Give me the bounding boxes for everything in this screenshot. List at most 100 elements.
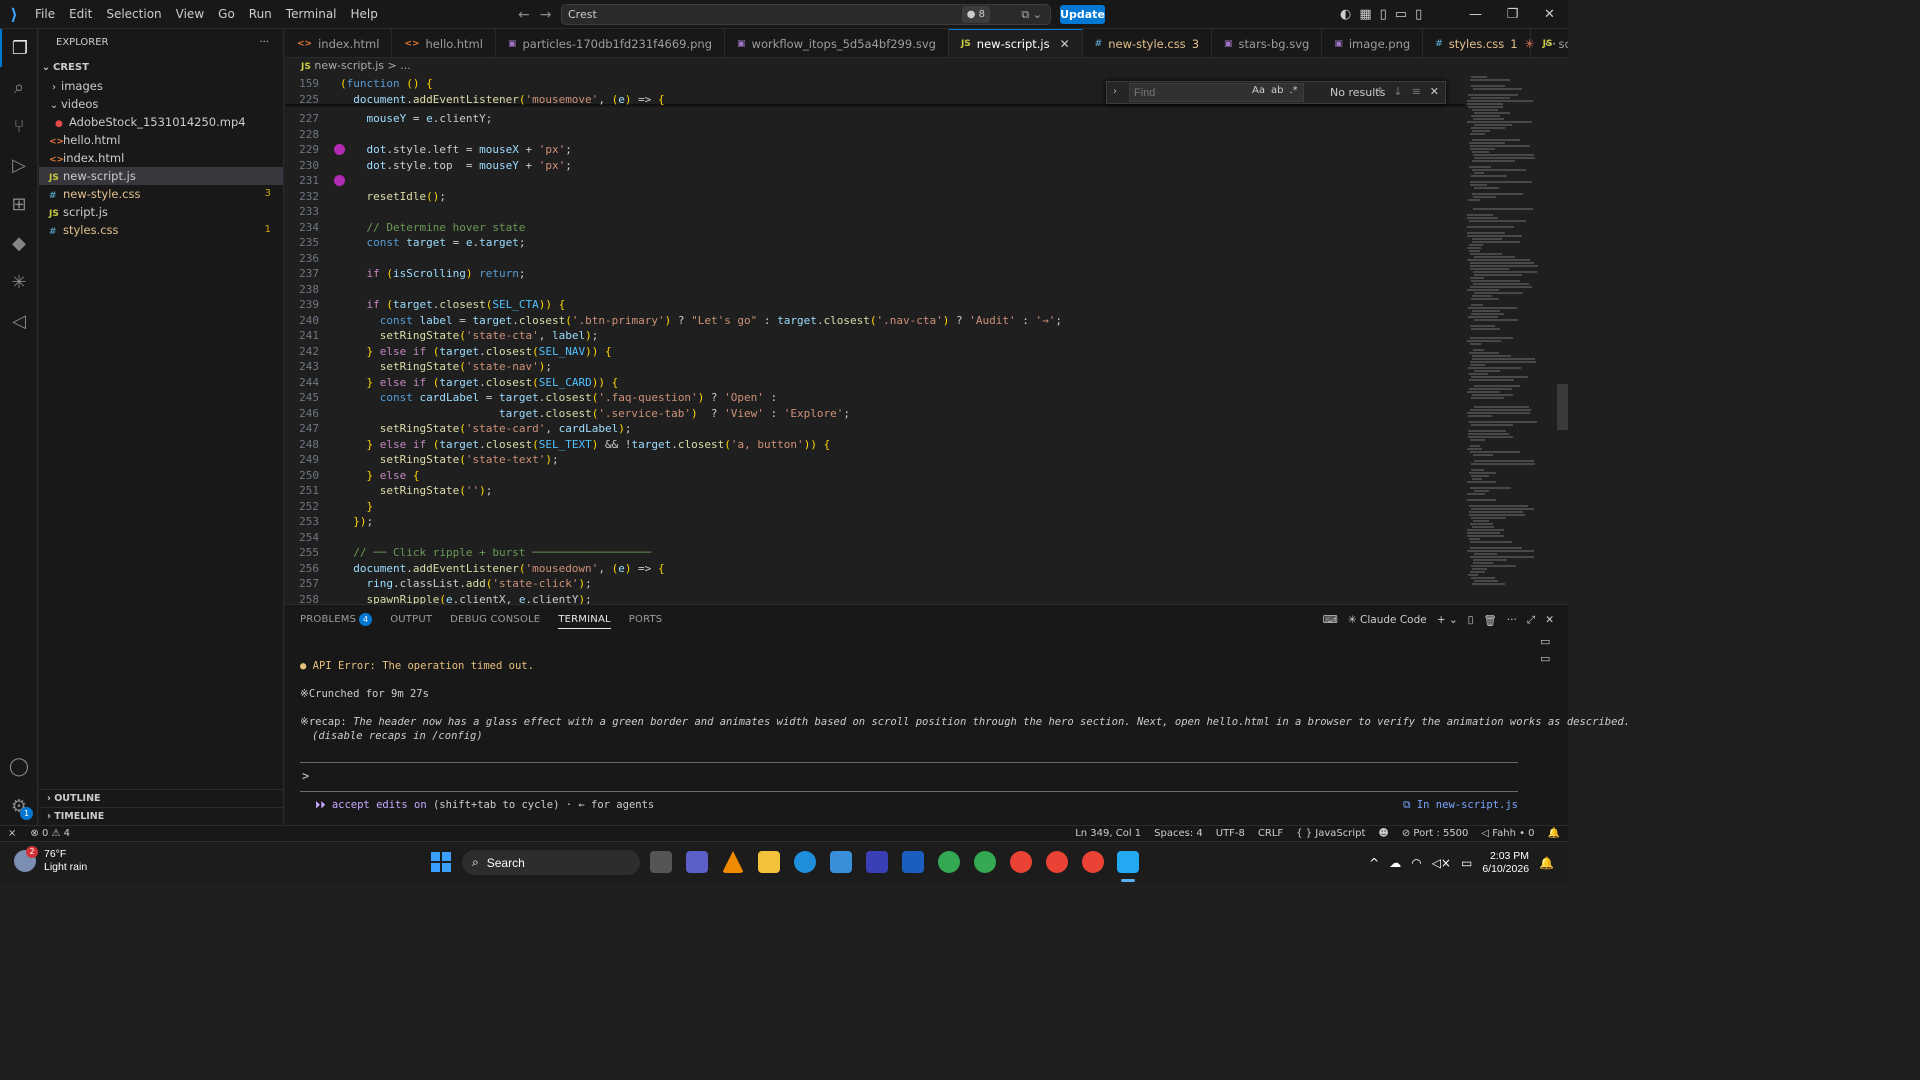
close-find-icon[interactable]: ✕ [1430,85,1439,98]
code-line[interactable]: 235 const target = e.target; [285,235,1465,251]
menu-selection[interactable]: Selection [99,0,168,29]
language-mode[interactable]: { } JavaScript [1296,826,1365,842]
breakpoint-icon[interactable] [334,175,345,186]
code-line[interactable]: 238 [285,282,1465,298]
problems-status[interactable]: ⊗ 0 ⚠ 4 [30,826,70,842]
menu-view[interactable]: View [169,0,211,29]
source-control-icon[interactable]: ⑂ [0,107,38,145]
encoding[interactable]: UTF-8 [1216,826,1245,842]
windows-start-icon[interactable] [431,852,451,872]
tree-item-hello-html[interactable]: <>hello.html [39,131,283,149]
line-number[interactable]: 159 [285,76,319,92]
code-line[interactable]: 231 [285,173,1465,189]
line-number[interactable]: 232 [285,189,319,205]
notification-icon[interactable]: 🔔 [1539,856,1554,870]
line-number[interactable]: 231 [285,173,319,189]
more-actions-icon[interactable]: ··· [259,29,269,57]
code-line[interactable]: 256 document.addEventListener('mousedown… [285,561,1465,577]
code-line[interactable]: 258 spawnRipple(e.clientX, e.clientY); [285,592,1465,605]
back-arrow-icon[interactable]: ← [518,7,530,23]
code-line[interactable]: 254 [285,530,1465,546]
code-editor[interactable]: 159 (function () {225 document.addEventLi… [285,74,1465,604]
audio-icon[interactable]: ◁ [0,302,38,340]
code-line[interactable]: 250 } else { [285,468,1465,484]
account-icon[interactable]: ◯ [0,747,38,785]
shield-icon[interactable] [866,851,888,873]
line-number[interactable]: 229 [285,142,319,158]
tree-item-new-script-js[interactable]: JS new-script.js [39,167,283,185]
python-icon[interactable]: ◆ [0,224,38,262]
previous-match-icon[interactable]: ↑ [1375,85,1384,98]
toggle-secondary-sidebar-icon[interactable]: ▯ [1415,7,1422,22]
code-line[interactable]: 255 // ── Click ripple + burst ─────────… [285,545,1465,561]
run-debug-icon[interactable]: ▷ [0,146,38,184]
tab-ports[interactable]: PORTS [629,611,663,629]
minimap-slider[interactable] [1557,384,1568,430]
customize-layout-icon[interactable]: ▦ [1359,7,1371,22]
line-number[interactable]: 241 [285,328,319,344]
more-actions-icon[interactable]: ··· [1545,37,1556,51]
line-number[interactable]: 242 [285,344,319,360]
fahh-status[interactable]: ◁ Fahh • 0 [1481,826,1534,842]
split-terminal-icon[interactable]: ▯ [1468,614,1474,626]
remote-icon[interactable]: ⨯ [8,826,16,842]
chevron-right-icon[interactable]: › [1113,86,1117,97]
breakpoint-icon[interactable] [334,144,345,155]
file-explorer-icon[interactable] [758,851,780,873]
line-number[interactable]: 235 [285,235,319,251]
chrome-icon[interactable] [938,851,960,873]
toggle-panel-icon[interactable]: ▭ [1395,7,1407,22]
line-number[interactable]: 227 [285,111,319,127]
search-icon[interactable]: ⌕ [0,68,38,106]
more-actions-icon[interactable]: ··· [1507,614,1517,626]
code-line[interactable]: 247 setRingState('state-card', cardLabel… [285,421,1465,437]
live-server-port[interactable]: ⊘ Port : 5500 [1402,826,1469,842]
line-number[interactable]: 251 [285,483,319,499]
tree-item-new-style-css[interactable]: # new-style.css 3 [39,185,283,203]
breadcrumb-file[interactable]: new-script.js [314,59,384,72]
extensions-icon[interactable]: ⊞ [0,185,38,223]
tree-item-script-js[interactable]: JS script.js [39,203,283,221]
code-line[interactable]: 233 [285,204,1465,220]
volume-icon[interactable]: ◁× [1432,856,1451,870]
code-line[interactable]: 245 const cardLabel = target.closest('.f… [285,390,1465,406]
maximize-panel-icon[interactable]: ⤢ [1527,614,1535,627]
tab-workflow-svg[interactable]: ▣ workflow_itops_5d5a4bf299.svg [725,29,949,57]
code-line[interactable]: 251 setRingState(''); [285,483,1465,499]
weather-widget[interactable]: 2 76°F Light rain [14,846,87,874]
code-line[interactable]: 246 target.closest('.service-tab') ? 'Vi… [285,406,1465,422]
line-number[interactable]: 255 [285,545,319,561]
code-line[interactable]: 234 // Determine hover state [285,220,1465,236]
next-match-icon[interactable]: ↓ [1393,85,1402,98]
restore-icon[interactable]: ❐ [1494,0,1531,29]
menu-terminal[interactable]: Terminal [279,0,344,29]
menu-go[interactable]: Go [211,0,242,29]
line-number[interactable]: 230 [285,158,319,174]
code-line[interactable]: 239 if (target.closest(SEL_CTA)) { [285,297,1465,313]
tree-item-styles-css[interactable]: # styles.css 1 [39,221,283,239]
chevron-up-icon[interactable]: ^ [1369,856,1379,870]
tab-new-style-css[interactable]: # new-style.css 3 [1083,29,1213,57]
line-number[interactable]: 240 [285,313,319,329]
forward-arrow-icon[interactable]: → [540,7,552,23]
explorer-icon[interactable]: ❐ [0,29,38,67]
code-line[interactable]: 242 } else if (target.closest(SEL_NAV)) … [285,344,1465,360]
line-number[interactable]: 236 [285,251,319,267]
line-number[interactable]: 243 [285,359,319,375]
code-line[interactable]: 227 mouseY = e.clientY; [285,111,1465,127]
code-line[interactable]: 232 resetIdle(); [285,189,1465,205]
tab-debug-console[interactable]: DEBUG CONSOLE [450,611,540,629]
taskbar-search[interactable]: ⌕ Search [462,850,640,875]
line-number[interactable]: 246 [285,406,319,422]
chrome-icon[interactable] [1046,851,1068,873]
code-line[interactable]: 249 setRingState('state-text'); [285,452,1465,468]
close-window-icon[interactable]: ✕ [1531,0,1568,29]
chrome-icon[interactable] [1010,851,1032,873]
line-number[interactable]: 225 [285,92,319,108]
update-button[interactable]: Update [1060,5,1105,24]
menu-run[interactable]: Run [242,0,279,29]
store-icon[interactable] [830,851,852,873]
regex-icon[interactable]: .* [1289,85,1297,96]
minimize-icon[interactable]: — [1457,0,1494,29]
edge-icon[interactable] [794,851,816,873]
